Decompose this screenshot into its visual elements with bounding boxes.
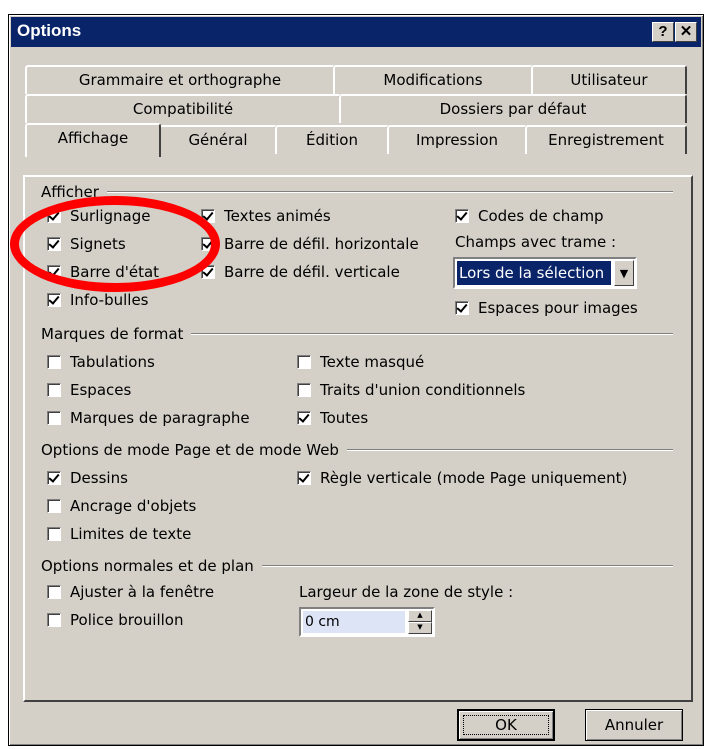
checkbox-info-bulles[interactable]: Info-bulles <box>47 291 149 309</box>
checkbox-label: Dessins <box>70 469 128 487</box>
checkbox-label: Traits d'union conditionnels <box>320 381 526 399</box>
chevron-down-icon[interactable]: ▼ <box>614 260 634 286</box>
ok-button[interactable]: OK <box>457 709 555 741</box>
checkbox-box[interactable] <box>47 471 61 485</box>
spin-up-icon[interactable]: ▲ <box>408 610 432 622</box>
checkbox-label: Tabulations <box>70 353 155 371</box>
champs-trame-label: Champs avec trame : <box>455 233 617 251</box>
checkbox-codes-champ[interactable]: Codes de champ <box>455 207 604 225</box>
checkbox-box[interactable] <box>47 499 61 513</box>
checkbox-police-brouillon[interactable]: Police brouillon <box>47 611 184 629</box>
tab-affichage[interactable]: Affichage <box>25 123 161 157</box>
checkbox-label: Espaces <box>70 381 132 399</box>
checkbox-box[interactable] <box>297 471 311 485</box>
options-dialog: Options ? ✕ Grammaire et orthographe Mod… <box>8 14 704 746</box>
checkbox-label: Barre de défil. horizontale <box>224 235 419 253</box>
tab-dossiers[interactable]: Dossiers par défaut <box>339 94 687 123</box>
group-normales: Options normales et de plan <box>41 557 673 575</box>
tab-grammaire[interactable]: Grammaire et orthographe <box>25 65 335 94</box>
checkbox-textes-animes[interactable]: Textes animés <box>201 207 331 225</box>
checkbox-label: Ajuster à la fenêtre <box>70 583 215 601</box>
checkbox-box[interactable] <box>47 293 61 307</box>
group-mode-page: Options de mode Page et de mode Web <box>41 441 673 459</box>
checkbox-label: Texte masqué <box>320 353 425 371</box>
checkbox-label: Codes de champ <box>478 207 604 225</box>
largeur-style-label: Largeur de la zone de style : <box>299 583 514 601</box>
tab-enregistrement[interactable]: Enregistrement <box>525 125 687 154</box>
checkbox-label: Règle verticale (mode Page uniquement) <box>320 469 628 487</box>
tab-modifications[interactable]: Modifications <box>333 65 533 94</box>
checkbox-barre-horizontale[interactable]: Barre de défil. horizontale <box>201 235 419 253</box>
cancel-button[interactable]: Annuler <box>585 709 683 741</box>
spinner-buttons[interactable]: ▲ ▼ <box>408 610 432 634</box>
title-bar[interactable]: Options ? ✕ <box>11 17 701 47</box>
checkbox-box[interactable] <box>297 355 311 369</box>
checkbox-box[interactable] <box>47 585 61 599</box>
checkbox-box[interactable] <box>47 355 61 369</box>
checkbox-dessins[interactable]: Dessins <box>47 469 128 487</box>
divider <box>346 449 673 451</box>
checkbox-limites[interactable]: Limites de texte <box>47 525 191 543</box>
checkbox-texte-masque[interactable]: Texte masqué <box>297 353 424 371</box>
largeur-style-input[interactable]: 0 cm ▲ ▼ <box>299 607 435 637</box>
group-normales-label: Options normales et de plan <box>41 557 254 575</box>
checkbox-box[interactable] <box>455 209 469 223</box>
group-marques: Marques de format <box>41 325 673 343</box>
tab-general[interactable]: Général <box>159 125 277 154</box>
checkbox-label: Info-bulles <box>70 291 149 309</box>
group-mode-page-label: Options de mode Page et de mode Web <box>41 441 339 459</box>
tab-compatibilite[interactable]: Compatibilité <box>25 94 341 123</box>
checkbox-box[interactable] <box>455 301 469 315</box>
checkbox-box[interactable] <box>47 411 61 425</box>
tab-utilisateur[interactable]: Utilisateur <box>531 65 687 94</box>
tab-impression[interactable]: Impression <box>387 125 527 154</box>
checkbox-label: Police brouillon <box>70 611 184 629</box>
checkbox-box[interactable] <box>297 411 311 425</box>
tab-edition[interactable]: Édition <box>275 125 389 154</box>
checkbox-label: Ancrage d'objets <box>70 497 197 515</box>
champs-trame-select[interactable]: Lors de la sélection ▼ <box>453 257 637 289</box>
checkbox-traits-union[interactable]: Traits d'union conditionnels <box>297 381 525 399</box>
checkbox-ajuster-fenetre[interactable]: Ajuster à la fenêtre <box>47 583 214 601</box>
checkbox-box[interactable] <box>47 383 61 397</box>
champs-trame-value[interactable]: Lors de la sélection <box>457 261 611 285</box>
checkbox-espaces-images[interactable]: Espaces pour images <box>455 299 638 317</box>
checkbox-box[interactable] <box>47 527 61 541</box>
help-button[interactable]: ? <box>652 22 674 42</box>
checkbox-toutes[interactable]: Toutes <box>297 409 368 427</box>
checkbox-label: Toutes <box>320 409 369 427</box>
checkbox-label: Barre de défil. verticale <box>224 263 400 281</box>
checkbox-label: Marques de paragraphe <box>70 409 250 427</box>
checkbox-box[interactable] <box>47 613 61 627</box>
group-marques-label: Marques de format <box>41 325 184 343</box>
checkbox-barre-verticale[interactable]: Barre de défil. verticale <box>201 263 400 281</box>
checkbox-label: Limites de texte <box>70 525 192 543</box>
spin-down-icon[interactable]: ▼ <box>408 622 432 634</box>
divider <box>261 565 673 567</box>
highlight-circle-annotation <box>10 196 220 292</box>
checkbox-espaces[interactable]: Espaces <box>47 381 131 399</box>
checkbox-label: Espaces pour images <box>478 299 638 317</box>
checkbox-regle-verticale[interactable]: Règle verticale (mode Page uniquement) <box>297 469 627 487</box>
divider <box>106 191 673 193</box>
largeur-style-value[interactable]: 0 cm <box>303 611 405 633</box>
close-button[interactable]: ✕ <box>675 22 697 42</box>
checkbox-ancrage[interactable]: Ancrage d'objets <box>47 497 196 515</box>
checkbox-marques-paragraphe[interactable]: Marques de paragraphe <box>47 409 250 427</box>
checkbox-label: Textes animés <box>224 207 331 225</box>
checkbox-box[interactable] <box>297 383 311 397</box>
checkbox-tabulations[interactable]: Tabulations <box>47 353 155 371</box>
divider <box>191 333 673 335</box>
window-title: Options <box>17 21 82 40</box>
